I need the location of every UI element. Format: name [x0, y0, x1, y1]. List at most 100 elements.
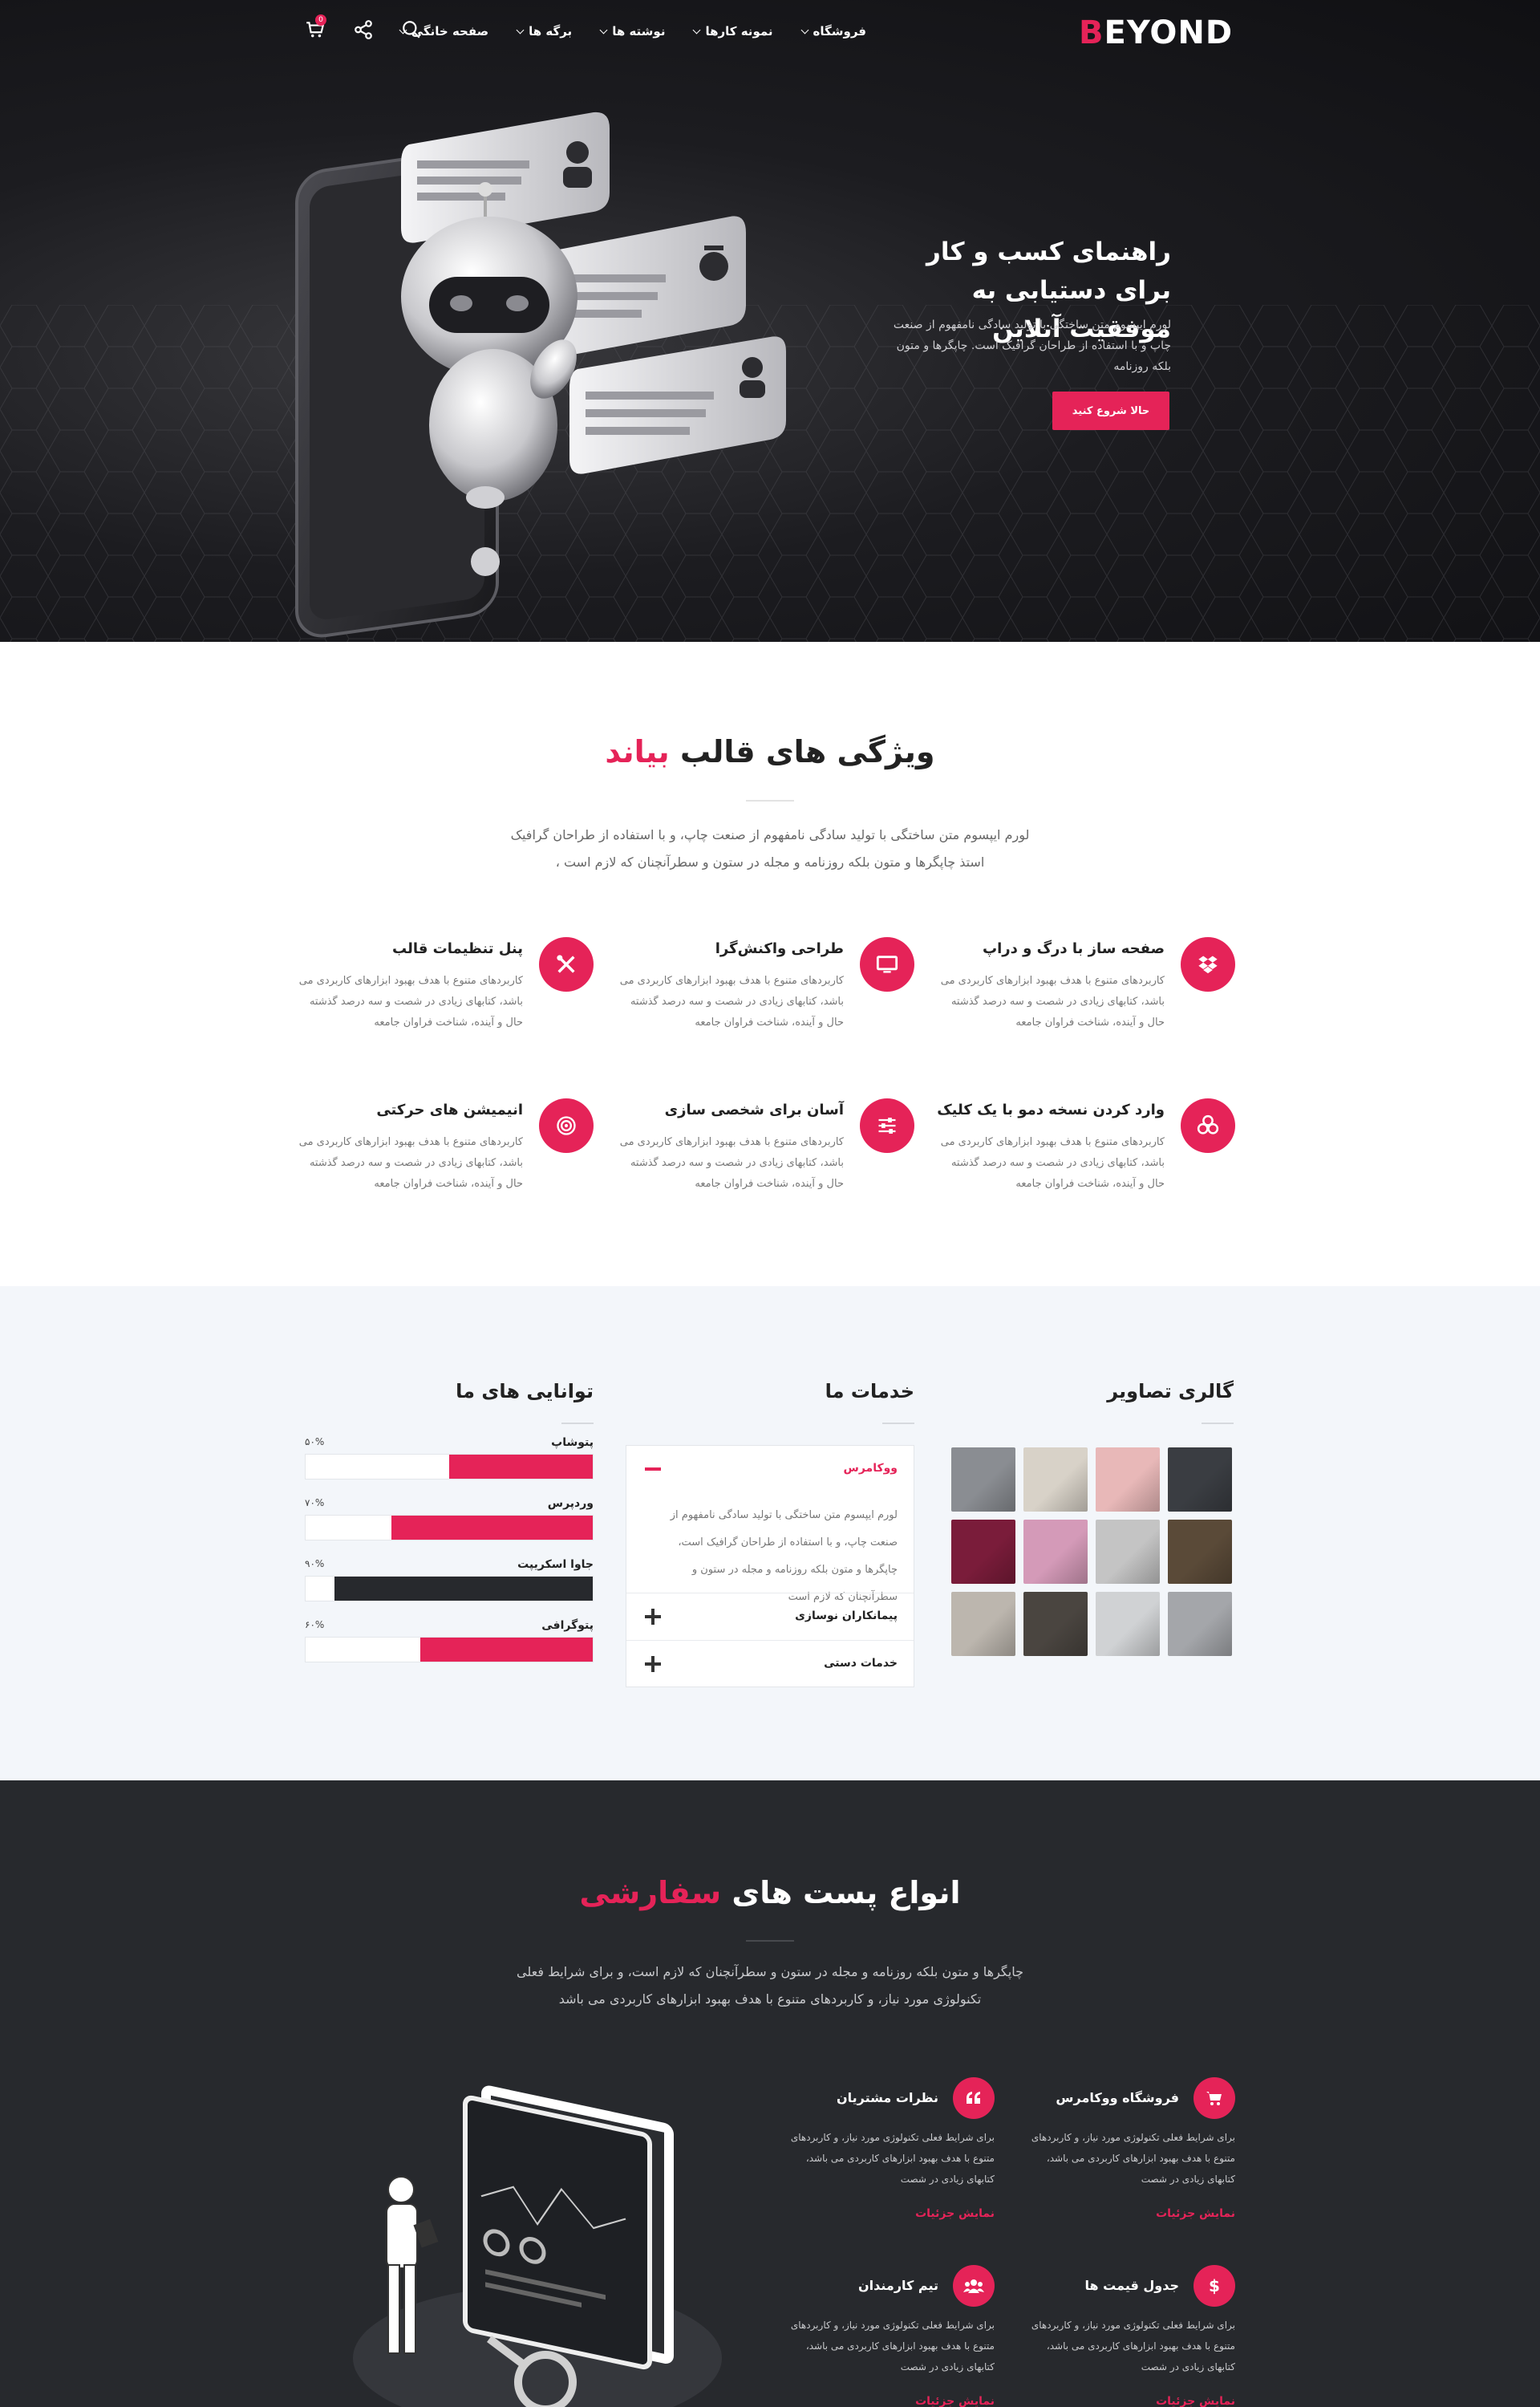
accordion-item-woocommerce[interactable]: ووکامرس [626, 1446, 914, 1492]
notebook-photo[interactable] [1023, 1447, 1088, 1512]
menu-item-pages[interactable]: برگه ها [516, 21, 573, 42]
show-details-link[interactable]: نمایش جزئیات [1156, 2395, 1235, 2407]
feature-title: وارد کردن نسخه دمو با یک کلیک [937, 1102, 1165, 1118]
cart-count-badge: 0 [315, 14, 326, 26]
feature-text: کاربردهای متنوع با هدف بهبود ابزارهای کا… [940, 975, 1165, 1029]
skill-progress-bar [305, 1454, 594, 1480]
menu-label: برگه ها [529, 24, 573, 39]
posts-desc: چاپگرها و متون بلکه روزنامه و مجله در ست… [517, 1964, 1023, 2007]
laptop-desk-photo[interactable] [1168, 1520, 1232, 1584]
posts-title: انواع پست های سفارشی [0, 1875, 1540, 1910]
feature-text: کاربردهای متنوع با هدف بهبود ابزارهای کا… [298, 975, 523, 1029]
search-icon[interactable] [401, 19, 422, 40]
pink-wall-photo[interactable] [1096, 1447, 1160, 1512]
menu-label: نوشته ها [612, 24, 666, 39]
menu-label: صفحه خانگی [411, 24, 489, 39]
red-portrait-photo[interactable] [951, 1520, 1015, 1584]
features-desc: لورم ایپسوم متن ساختگی با تولید سادگی نا… [510, 827, 1030, 870]
pink-book-photo[interactable] [1023, 1520, 1088, 1584]
sliders-icon [860, 1098, 914, 1153]
skill-progress-fill [391, 1516, 593, 1540]
title-accent: بیاند [605, 734, 670, 769]
skill-progress-bar [305, 1576, 594, 1601]
plus-icon[interactable] [644, 1655, 662, 1673]
post-type-title: جدول قیمت ها [1084, 2278, 1179, 2293]
post-type-item: $ جدول قیمت ها برای شرایط فعلی تکنولوژی … [1027, 2265, 1235, 2407]
hero-section: BEYOND فروشگاه نمونه کارها نوشته ها برگه… [0, 0, 1540, 642]
skill-percent: ۵۰% [305, 1436, 325, 1447]
accordion-title: ووکامرس [843, 1462, 898, 1475]
skill-progress-bar [305, 1515, 594, 1540]
cart-icon [1194, 2077, 1235, 2119]
skills-divider [561, 1423, 594, 1424]
analytics-illustration [353, 2085, 722, 2407]
feature-text: کاربردهای متنوع با هدف بهبود ابزارهای کا… [619, 975, 844, 1029]
desk-items-photo[interactable] [1096, 1592, 1160, 1656]
feature-item: پنل تنظیمات قالب کاربردهای متنوع با هدف … [265, 937, 594, 1049]
title-main: انواع پست های [732, 1875, 961, 1910]
chevron-down-icon [599, 26, 608, 34]
users-icon [953, 2265, 995, 2307]
cards-photo[interactable] [951, 1447, 1015, 1512]
laptop-photo[interactable] [1096, 1520, 1160, 1584]
menu-item-posts[interactable]: نوشته ها [599, 21, 666, 42]
skills-title: توانایی های ما [456, 1380, 594, 1402]
quote-icon [953, 2077, 995, 2119]
skill-label: وردپرس [547, 1497, 594, 1510]
show-details-link[interactable]: نمایش جزئیات [1156, 2207, 1235, 2220]
accordion-item-renovation[interactable]: پیمانکاران نوسازی [626, 1593, 914, 1639]
stationery-photo[interactable] [1168, 1592, 1232, 1656]
custom-posts-section: انواع پست های سفارشی چاپگرها و متون بلکه… [0, 1780, 1540, 2407]
post-type-title: نظرات مشتریان [836, 2090, 938, 2105]
title-divider [746, 800, 794, 802]
post-type-text: برای شرایط فعلی تکنولوژی مورد نیاز، و کا… [790, 2320, 995, 2372]
accordion-title: پیمانکاران نوسازی [795, 1609, 898, 1622]
cubes-icon [1181, 1098, 1235, 1153]
minus-icon[interactable] [644, 1460, 662, 1478]
logo-first-letter: B [1079, 14, 1104, 51]
feature-title: طراحی واکنش‌گرا [715, 940, 844, 957]
post-type-text: برای شرایط فعلی تکنولوژی مورد نیاز، و کا… [790, 2132, 995, 2185]
accordion-item-handcraft[interactable]: خدمات دستی [626, 1640, 914, 1687]
gallery-title: گالری تصاویر [1107, 1380, 1234, 1402]
tools-icon [539, 937, 594, 992]
menu-item-portfolio[interactable]: نمونه کارها [693, 21, 773, 42]
post-type-item: نظرات مشتریان برای شرایط فعلی تکنولوژی م… [786, 2077, 995, 2238]
chevron-down-icon [800, 26, 808, 34]
skill-label: جاوا اسکریپت [517, 1558, 594, 1571]
services-title: خدمات ما [825, 1380, 914, 1402]
show-details-link[interactable]: نمایش جزئیات [915, 2207, 995, 2220]
skill-percent: ۶۰% [305, 1619, 325, 1630]
robot-phone-illustration [295, 112, 786, 638]
get-started-button[interactable]: حالا شروع کنید [1052, 392, 1169, 430]
share-icon[interactable] [353, 19, 374, 40]
feature-text: کاربردهای متنوع با هدف بهبود ابزارهای کا… [940, 1136, 1165, 1190]
chevron-down-icon [693, 26, 701, 34]
dark-desk-photo[interactable] [1023, 1592, 1088, 1656]
svg-text:$: $ [1209, 2276, 1220, 2295]
skill-progress-bar [305, 1637, 594, 1662]
show-details-link[interactable]: نمایش جزئیات [915, 2395, 995, 2407]
monitor-icon [860, 937, 914, 992]
post-type-item: فروشگاه ووکامرس برای شرایط فعلی تکنولوژی… [1027, 2077, 1235, 2238]
gallery-divider [1202, 1423, 1234, 1424]
skills-list: پتوشاپ ۵۰% وردپرس ۷۰% جاوا اسکریپت ۹۰% پتوگراف… [305, 1436, 594, 1677]
services-divider [882, 1423, 914, 1424]
title-main: ویژگی های قالب [679, 734, 935, 769]
logo[interactable]: BEYOND [1079, 14, 1232, 51]
pencils-photo[interactable] [951, 1592, 1015, 1656]
main-menu: فروشگاه نمونه کارها نوشته ها برگه ها صفح… [399, 21, 866, 42]
top-navbar: BEYOND فروشگاه نمونه کارها نوشته ها برگه… [0, 0, 1540, 63]
plus-icon[interactable] [644, 1608, 662, 1626]
skill-percent: ۷۰% [305, 1497, 325, 1508]
title-divider [746, 1940, 794, 1942]
menu-item-shop[interactable]: فروشگاه [800, 21, 866, 42]
feature-text: کاربردهای متنوع با هدف بهبود ابزارهای کا… [619, 1136, 844, 1190]
accordion-title: خدمات دستی [824, 1657, 898, 1670]
features-title: ویژگی های قالب بیاند [0, 734, 1540, 769]
post-type-item: تیم کارمندان برای شرایط فعلی تکنولوژی مو… [786, 2265, 995, 2407]
tablet-photo[interactable] [1168, 1447, 1232, 1512]
feature-item: طراحی واکنش‌گرا کاربردهای متنوع با هدف ب… [586, 937, 914, 1049]
dollar-icon: $ [1194, 2265, 1235, 2307]
menu-label: نمونه کارها [705, 24, 773, 39]
